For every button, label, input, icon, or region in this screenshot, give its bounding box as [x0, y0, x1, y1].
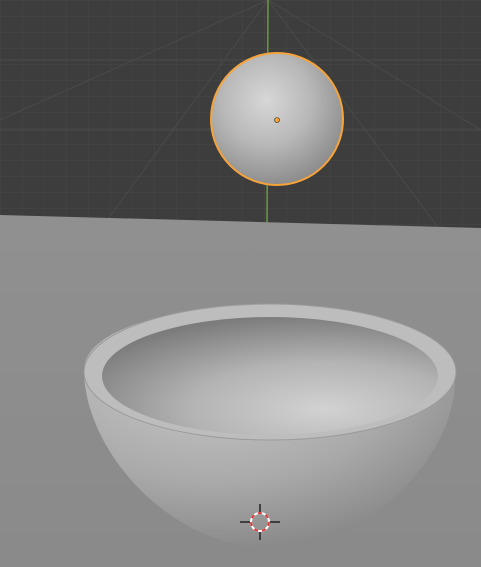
3d-viewport[interactable]	[0, 0, 481, 567]
origin-point-icon	[274, 117, 280, 123]
bowl-inner-surface	[102, 317, 438, 435]
